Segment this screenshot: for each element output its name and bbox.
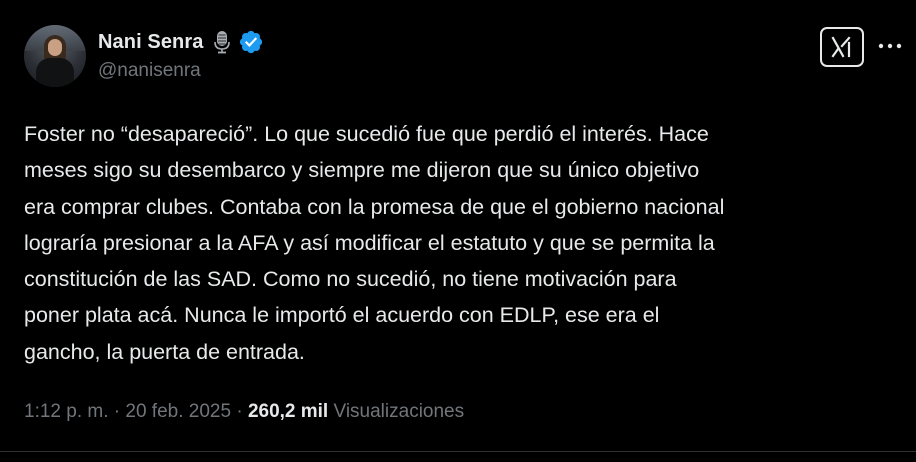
tweet-date: 20 feb. 2025 bbox=[125, 401, 232, 422]
tweet-meta: 1:12 p. m. · 20 feb. 2025 · 260,2 mil Vi… bbox=[24, 401, 464, 423]
grok-button[interactable] bbox=[820, 27, 864, 67]
display-name[interactable]: Nani Senra bbox=[98, 31, 203, 54]
meta-separator: · bbox=[231, 401, 248, 422]
verified-badge-icon[interactable] bbox=[238, 29, 264, 55]
divider bbox=[0, 451, 916, 452]
tweet-text-line: Foster no “desapareció”. Lo que sucedió … bbox=[24, 122, 709, 146]
tweet-text-line: gancho, la puerta de entrada. bbox=[24, 339, 305, 364]
grok-icon bbox=[831, 36, 851, 58]
tweet-text-line: constitución de las SAD. Como no sucedió… bbox=[24, 267, 677, 292]
tweet-text-line: meses sigo su desembarco y siempre me di… bbox=[24, 158, 700, 183]
views-count: 260,2 mil bbox=[247, 401, 329, 422]
user-handle[interactable]: @nanisenra bbox=[98, 60, 264, 82]
tweet-card: Nani Senra @nanisenra Foster no “desapar… bbox=[0, 0, 916, 462]
more-options-button[interactable] bbox=[876, 34, 904, 58]
more-horizontal-icon bbox=[878, 43, 902, 49]
tweet-time: 1:12 p. m. bbox=[24, 401, 109, 422]
avatar-face bbox=[48, 39, 62, 56]
avatar[interactable] bbox=[24, 25, 86, 87]
user-info: Nani Senra @nanisenra bbox=[98, 29, 264, 82]
meta-separator: · bbox=[108, 401, 126, 422]
microphone-icon bbox=[212, 30, 232, 54]
tweet-text: Foster no “desapareció”. Lo que sucedió … bbox=[24, 116, 909, 370]
views-label: Visualizaciones bbox=[333, 401, 465, 422]
tweet-text-line: lograría presionar a la AFA y así modifi… bbox=[24, 230, 715, 255]
tweet-time-link[interactable]: 1:12 p. m. · 20 feb. 2025 bbox=[24, 401, 231, 422]
avatar-body bbox=[36, 58, 74, 87]
tweet-text-line: poner plata acá. Nunca le importó el acu… bbox=[24, 303, 660, 328]
name-row: Nani Senra bbox=[98, 29, 264, 55]
tweet-text-line: era comprar clubes. Contaba con la prome… bbox=[24, 194, 725, 219]
